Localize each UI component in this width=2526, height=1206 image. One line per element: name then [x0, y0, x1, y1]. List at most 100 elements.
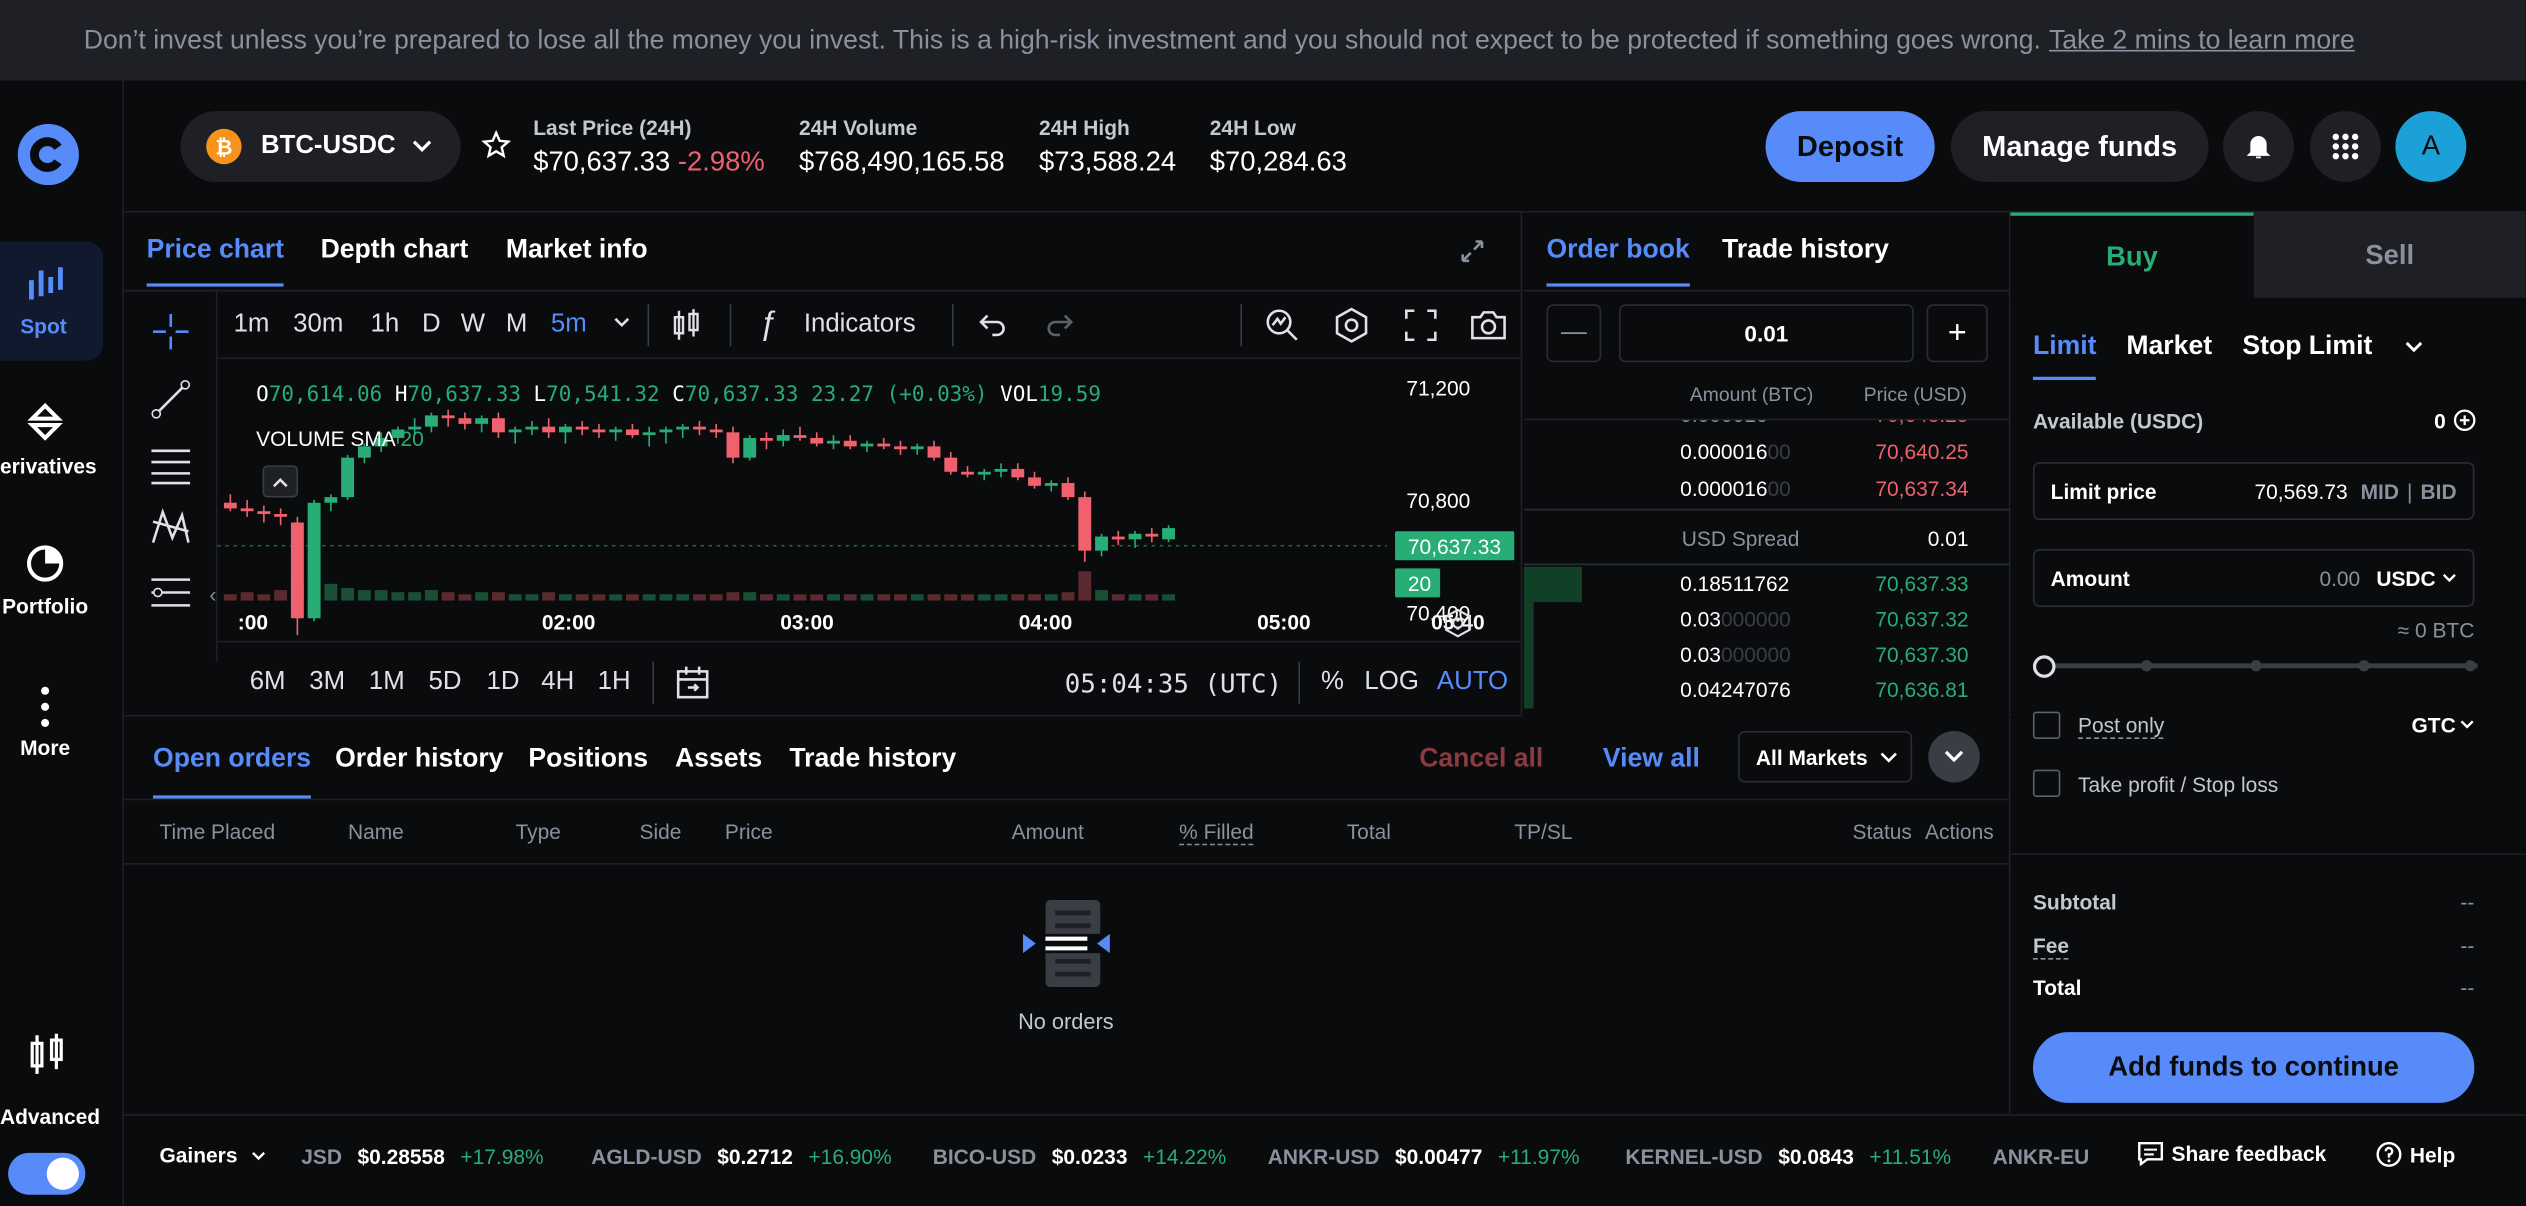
tab-market-info[interactable]: Market info	[506, 235, 648, 266]
pattern-icon[interactable]	[150, 506, 192, 548]
favorite-star-icon[interactable]	[481, 130, 511, 159]
interval-1h[interactable]: 1h	[371, 311, 400, 340]
log-toggle[interactable]: LOG	[1364, 668, 1418, 697]
fib-lines-icon[interactable]	[150, 443, 192, 485]
tab-trade-history[interactable]: Trade history	[789, 744, 956, 775]
bid-row[interactable]: 0.18511762 70,637.33	[1523, 566, 2010, 603]
learn-more-link[interactable]: Take 2 mins to learn more	[2049, 25, 2355, 56]
help-button[interactable]: Help	[2376, 1141, 2455, 1168]
bid-row[interactable]: 0.03000000 70,637.30	[1523, 637, 2010, 674]
ask-row[interactable]: 0.00001600 70,640.25	[1524, 440, 2010, 475]
chart-clock[interactable]: 05:04:35 (UTC)	[1065, 668, 1282, 699]
collapse-panel-button[interactable]	[1928, 730, 1980, 783]
interval-30m[interactable]: 30m	[293, 311, 343, 340]
amount-field[interactable]: Amount 0.00 USDC	[2032, 549, 2475, 608]
interval-m[interactable]: M	[506, 311, 527, 340]
sidebar-item-derivatives[interactable]: erivatives	[0, 402, 113, 484]
coinbase-logo-icon[interactable]	[17, 123, 79, 186]
calendar-range-icon[interactable]	[675, 665, 710, 700]
post-only-label[interactable]: Post only	[2078, 713, 2165, 740]
range-3m[interactable]: 3M	[309, 668, 345, 697]
gainers-dropdown[interactable]: Gainers	[159, 1143, 237, 1167]
type-limit[interactable]: Limit	[2032, 332, 2097, 380]
range-1d[interactable]: 1D	[486, 668, 519, 697]
increase-step-button[interactable]: +	[1926, 304, 1988, 363]
tab-trade-history[interactable]: Trade history	[1722, 235, 1889, 266]
share-feedback-button[interactable]: Share feedback	[2138, 1142, 2326, 1166]
tab-assets[interactable]: Assets	[675, 744, 762, 775]
currency-selector[interactable]: USDC	[2376, 566, 2435, 590]
fullscreen-icon[interactable]	[1405, 309, 1437, 342]
avatar[interactable]: A	[2395, 111, 2467, 182]
tab-open-orders[interactable]: Open orders	[153, 744, 312, 799]
indicators-button[interactable]: Indicators	[804, 311, 916, 340]
col-filled[interactable]: % Filled	[1179, 820, 1254, 846]
deposit-button[interactable]: Deposit	[1765, 111, 1935, 182]
interval-w[interactable]: W	[461, 311, 485, 340]
chevron-down-icon[interactable]	[2405, 341, 2423, 353]
amount-slider[interactable]	[2032, 655, 2478, 678]
slider-knob[interactable]	[2032, 655, 2056, 678]
advanced-toggle[interactable]	[8, 1152, 86, 1195]
type-market[interactable]: Market	[2126, 332, 2212, 363]
manage-funds-button[interactable]: Manage funds	[1950, 111, 2209, 182]
percent-toggle[interactable]: %	[1321, 668, 1344, 697]
sidebar-item-portfolio[interactable]: Portfolio	[0, 544, 103, 625]
scroll-left-icon[interactable]: ‹	[209, 583, 216, 607]
range-1h[interactable]: 1H	[598, 668, 631, 697]
add-funds-button[interactable]: Add funds to continue	[2032, 1032, 2475, 1103]
markets-dropdown[interactable]: All Markets	[1738, 730, 1913, 783]
chart-settings-icon[interactable]	[1443, 608, 1472, 638]
post-only-checkbox[interactable]	[2032, 711, 2061, 740]
bid-row[interactable]: 0.03000000 70,637.32	[1523, 602, 2010, 638]
view-all-button[interactable]: View all	[1603, 744, 1700, 775]
interval-1m[interactable]: 1m	[234, 311, 270, 340]
candle-style-icon[interactable]	[672, 308, 701, 343]
ticker-item[interactable]: BICO-USD $0.0233 +14.22%	[933, 1145, 1227, 1169]
tab-order-history[interactable]: Order history	[335, 744, 503, 775]
projection-icon[interactable]	[150, 572, 192, 614]
crosshair-icon[interactable]	[150, 311, 192, 353]
sidebar-item-spot[interactable]: Spot	[0, 241, 104, 361]
chevron-down-icon[interactable]	[614, 317, 630, 328]
bid-button[interactable]: BID	[2421, 479, 2457, 503]
range-4h[interactable]: 4H	[541, 668, 574, 697]
auto-toggle[interactable]: AUTO	[1437, 668, 1508, 697]
trend-line-icon[interactable]	[150, 378, 192, 420]
chevron-down-icon[interactable]	[2460, 720, 2474, 730]
ticker-item[interactable]: AGLD-USD $0.2712 +16.90%	[591, 1145, 892, 1169]
ask-row[interactable]: 0.00001600 70,637.34	[1524, 477, 2010, 512]
time-in-force-selector[interactable]: GTC	[2412, 713, 2456, 737]
bid-row[interactable]: 0.04247076 70,636.81	[1523, 673, 2010, 709]
range-1m[interactable]: 1M	[369, 668, 405, 697]
interval-d[interactable]: D	[422, 311, 441, 340]
alert-search-icon[interactable]	[1265, 308, 1300, 343]
sidebar-item-advanced[interactable]: Advanced	[0, 1033, 103, 1131]
settings-hexagon-icon[interactable]	[1334, 307, 1369, 343]
fee-label[interactable]: Fee	[2032, 934, 2070, 960]
ticker-item[interactable]: ANKR-USD $0.00477 +11.97%	[1268, 1145, 1580, 1169]
buy-tab[interactable]: Buy	[2010, 212, 2254, 298]
sidebar-item-more[interactable]: More	[0, 686, 90, 767]
ticker-item[interactable]: ANKR-EUR	[1993, 1145, 2090, 1169]
tab-price-chart[interactable]: Price chart	[146, 235, 284, 287]
expand-icon[interactable]	[1459, 238, 1485, 264]
ticker-item[interactable]: JSD $0.28558 +17.98%	[301, 1145, 543, 1169]
tab-positions[interactable]: Positions	[528, 744, 648, 775]
collapse-legend-button[interactable]	[262, 465, 299, 498]
mid-button[interactable]: MID	[2361, 479, 2399, 503]
tab-order-book[interactable]: Order book	[1546, 235, 1690, 287]
cancel-all-button[interactable]: Cancel all	[1419, 744, 1543, 775]
tpsl-checkbox[interactable]	[2032, 769, 2061, 797]
decrease-step-button[interactable]: —	[1546, 304, 1602, 363]
price-step-value[interactable]: 0.01	[1618, 304, 1914, 363]
limit-price-field[interactable]: Limit price 70,569.73 MID | BID	[2032, 462, 2475, 521]
tab-depth-chart[interactable]: Depth chart	[321, 235, 469, 266]
interval-5m[interactable]: 5m	[551, 311, 587, 340]
undo-icon[interactable]	[978, 312, 1007, 338]
notifications-button[interactable]	[2223, 111, 2294, 182]
ticker-item[interactable]: KERNEL-USD $0.0843 +11.51%	[1625, 1145, 1951, 1169]
pair-selector[interactable]: ₿ BTC-USDC	[180, 111, 461, 182]
type-stop-limit[interactable]: Stop Limit	[2242, 332, 2372, 363]
range-5d[interactable]: 5D	[428, 668, 461, 697]
